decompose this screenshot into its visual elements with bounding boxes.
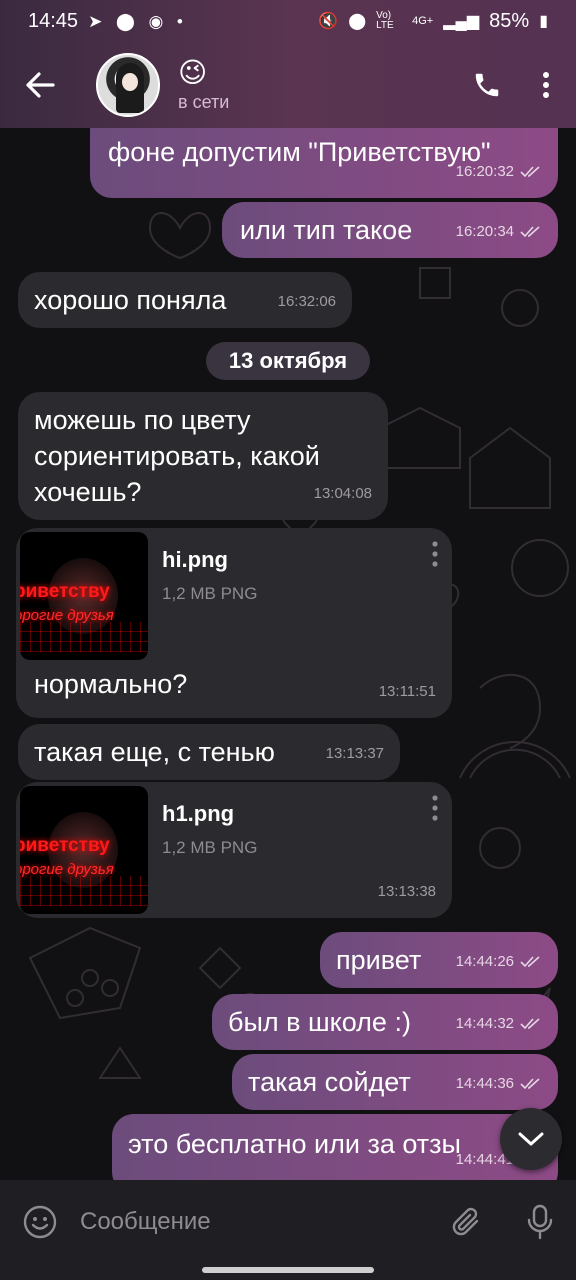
scroll-down-button[interactable]	[500, 1108, 562, 1170]
status-right: 🔇 ⬤ Vo) LTE 4G+ ▂▄▆ 85% ▮	[318, 10, 548, 33]
message-bubble-in[interactable]: хорошо поняла 16:32:06	[18, 272, 352, 328]
battery-icon: ▮	[539, 13, 548, 30]
status-time: 14:45	[28, 9, 79, 32]
more-vert-icon[interactable]	[430, 794, 440, 822]
chat-area[interactable]: фоне допустим "Приветствую" 16:20:32 или…	[0, 128, 576, 1180]
scroll-down-icon	[518, 1132, 544, 1146]
message-text: такая еще, с тенью	[34, 737, 275, 767]
chat-header: 😉 в сети	[0, 42, 576, 128]
mute-icon: 🔇	[318, 13, 339, 30]
header-actions	[472, 70, 576, 100]
app-icon: ◉	[148, 11, 164, 31]
message-meta: 16:32:06	[278, 284, 336, 320]
read-ticks-icon	[520, 166, 540, 178]
file-name[interactable]: h1.png	[162, 796, 234, 832]
message-time: 16:20:34	[455, 223, 514, 240]
home-indicator[interactable]	[202, 1267, 374, 1273]
emoji-icon	[23, 1205, 57, 1239]
message-time: 16:32:06	[277, 293, 336, 310]
thumbnail-grid	[20, 622, 148, 652]
message-text: привет	[336, 945, 422, 975]
message-time: 13:13:37	[325, 745, 384, 762]
message-time: 14:44:26	[455, 953, 514, 970]
system-nav-bar	[0, 1264, 576, 1280]
emoji-button[interactable]	[0, 1205, 80, 1239]
read-ticks-icon	[520, 1078, 540, 1090]
message-bubble-out[interactable]: такая сойдет 14:44:36	[232, 1054, 558, 1110]
message-composer: Сообщение	[0, 1180, 576, 1264]
message-text: это бесплатно или за отзы	[128, 1129, 461, 1159]
message-time: 13:04:08	[313, 485, 372, 502]
contact-name: 😉	[178, 56, 208, 88]
message-bubble-out[interactable]: фоне допустим "Приветствую" 16:20:32	[90, 128, 558, 198]
read-ticks-icon	[520, 956, 540, 968]
message-time: 13:11:51	[378, 683, 436, 700]
message-bubble-out[interactable]: это бесплатно или за отзы 14:44:41	[112, 1114, 558, 1180]
message-time: 13:13:38	[377, 883, 436, 900]
message-bubble-in[interactable]: такая еще, с тенью 13:13:37	[18, 724, 400, 780]
message-meta: 14:44:32	[456, 1006, 542, 1042]
phone-icon[interactable]	[472, 70, 502, 100]
message-meta: 13:04:08	[314, 476, 372, 512]
back-button[interactable]	[0, 42, 80, 128]
dot-icon: •	[176, 11, 183, 31]
file-thumbnail[interactable]: риветству орогие друзья	[20, 532, 148, 660]
message-meta: 16:20:34	[456, 214, 542, 250]
mic-icon	[527, 1204, 553, 1240]
network-label: 4G+	[412, 15, 434, 27]
file-name[interactable]: hi.png	[162, 542, 228, 578]
status-left-icons: ➤ ⬤ ◉ •	[88, 10, 191, 33]
back-arrow-icon	[26, 72, 55, 98]
more-vert-icon[interactable]	[542, 71, 550, 99]
signal-icon: ▂▄▆	[443, 13, 480, 30]
message-text: хорошо поняла	[34, 285, 227, 315]
file-message[interactable]: риветству орогие друзья h1.png 1,2 MB PN…	[16, 782, 452, 918]
message-time: 14:44:36	[455, 1075, 514, 1092]
read-ticks-icon	[520, 1018, 540, 1030]
file-message[interactable]: риветству орогие друзья hi.png 1,2 MB PN…	[16, 528, 452, 718]
volte-label: Vo) LTE	[376, 10, 394, 31]
message-bubble-out[interactable]: привет 14:44:26	[320, 932, 558, 988]
telegram-icon: ➤	[88, 11, 103, 31]
message-time: 16:20:32	[455, 163, 514, 180]
attach-icon	[452, 1207, 479, 1236]
file-thumbnail[interactable]: риветству орогие друзья	[20, 786, 148, 914]
message-meta: 13:13:37	[326, 736, 384, 772]
message-meta: 14:44:26	[456, 944, 542, 980]
contact-info[interactable]: 😉 в сети	[178, 56, 230, 113]
file-size: 1,2 MB PNG	[162, 584, 258, 603]
date-separator: 13 октября	[206, 342, 370, 380]
message-input[interactable]: Сообщение	[80, 1208, 432, 1236]
location-icon: ⬤	[115, 11, 135, 31]
message-text: или тип такое	[240, 215, 413, 245]
mic-button[interactable]	[504, 1204, 576, 1240]
message-text: нормально?	[34, 669, 188, 699]
top-bar: 14:45 ➤ ⬤ ◉ • 🔇 ⬤ Vo) LTE 4G+ ▂▄▆ 85% ▮ …	[0, 0, 576, 128]
file-size: 1,2 MB PNG	[162, 838, 258, 857]
message-bubble-out[interactable]: или тип такое 16:20:34	[222, 202, 558, 258]
message-bubble-out[interactable]: был в школе :) 14:44:32	[212, 994, 558, 1050]
location-pin-icon: ⬤	[348, 13, 367, 30]
avatar[interactable]	[96, 53, 160, 117]
message-text: фоне допустим "Приветствую"	[108, 137, 491, 167]
message-text: такая сойдет	[248, 1067, 411, 1097]
attach-button[interactable]	[432, 1205, 504, 1239]
thumbnail-grid	[20, 876, 148, 906]
status-bar: 14:45 ➤ ⬤ ◉ • 🔇 ⬤ Vo) LTE 4G+ ▂▄▆ 85% ▮	[0, 0, 576, 42]
more-vert-icon[interactable]	[430, 540, 440, 568]
message-text: можешь по цвету сориентировать, какой хо…	[34, 405, 320, 507]
message-text: был в школе :)	[228, 1007, 411, 1037]
read-ticks-icon	[520, 226, 540, 238]
message-bubble-in[interactable]: можешь по цвету сориентировать, какой хо…	[18, 392, 388, 520]
battery-level: 85%	[489, 9, 530, 32]
message-meta: 14:44:36	[456, 1066, 542, 1102]
message-meta: 13:11:51	[379, 674, 436, 710]
message-meta: 13:13:38	[378, 874, 436, 910]
message-time: 14:44:32	[455, 1015, 514, 1032]
message-meta: 16:20:32	[456, 154, 542, 190]
online-status: в сети	[178, 91, 230, 112]
